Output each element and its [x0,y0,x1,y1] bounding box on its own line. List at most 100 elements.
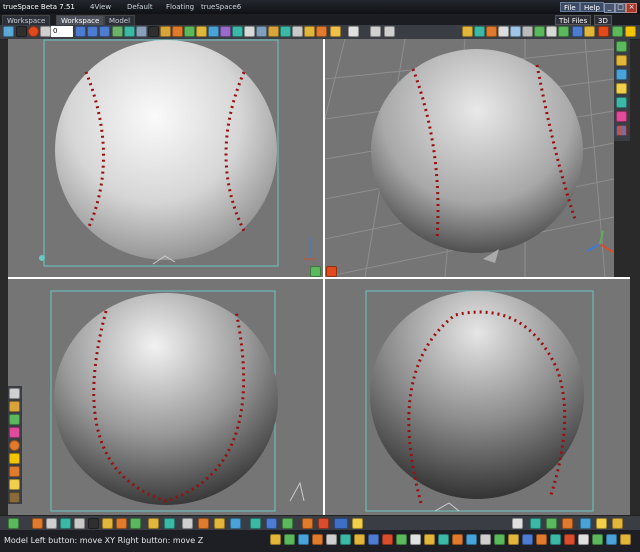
sun-icon[interactable] [9,453,20,464]
menu-4view[interactable]: 4View [90,2,111,12]
xyz-icon[interactable] [558,26,569,37]
triangle-icon[interactable] [9,427,20,438]
shield-icon[interactable] [130,518,141,529]
workspace-icon[interactable] [3,26,14,37]
play-icon[interactable] [87,26,98,37]
forward-icon[interactable] [99,26,110,37]
file-button[interactable]: File [560,2,580,12]
snap-icon[interactable] [474,26,485,37]
bulb-icon[interactable] [9,479,20,490]
loop-icon[interactable] [112,26,123,37]
bottom-right-icon-2[interactable] [530,518,541,529]
status-icon-20[interactable] [536,534,547,545]
x-axis-icon[interactable] [546,26,557,37]
rotate-icon[interactable] [208,26,219,37]
boolean-icon[interactable] [266,518,277,529]
move-icon[interactable] [196,26,207,37]
status-icon-21[interactable] [550,534,561,545]
status-icon-12[interactable] [424,534,435,545]
light-icon[interactable] [160,26,171,37]
primitive-icon[interactable] [304,26,315,37]
tbl-files-tab[interactable]: Tbl Files [555,15,592,25]
camera-icon[interactable] [282,518,293,529]
viewport-bottom-left[interactable] [8,279,323,515]
status-icon-7[interactable] [354,534,365,545]
paint-icon[interactable] [172,26,183,37]
grid-view-icon[interactable] [498,26,509,37]
library-icon[interactable] [616,41,627,52]
hammer-icon[interactable] [9,492,20,503]
arrow-up-icon[interactable] [370,26,381,37]
clock-icon[interactable] [302,518,313,529]
status-icon-9[interactable] [382,534,393,545]
status-icon-10[interactable] [396,534,407,545]
solid-icon[interactable] [522,26,533,37]
status-icon-23[interactable] [578,534,589,545]
close-icon[interactable]: × [626,3,637,13]
video-icon[interactable] [318,518,329,529]
record-icon[interactable] [28,26,39,37]
face-icon[interactable] [214,518,225,529]
status-icon-14[interactable] [452,534,463,545]
minimize-icon[interactable]: _ [604,3,615,13]
copy-icon[interactable] [280,26,291,37]
maximize-icon[interactable]: □ [615,3,626,13]
status-icon-2[interactable] [284,534,295,545]
axis-icon[interactable] [486,26,497,37]
bottom-right-icon-7[interactable] [612,518,623,529]
wire-icon[interactable] [510,26,521,37]
render-icon[interactable] [352,518,363,529]
status-icon-4[interactable] [312,534,323,545]
bottom-right-icon-6[interactable] [596,518,607,529]
help-button[interactable]: Help [580,2,604,12]
brush-icon[interactable] [46,518,57,529]
frame-input[interactable]: 0 [51,26,73,37]
texture-icon[interactable] [616,111,627,122]
pen-icon[interactable] [60,518,71,529]
bottom-right-icon-5[interactable] [580,518,591,529]
disk-icon[interactable] [102,518,113,529]
vertex-icon[interactable] [182,518,193,529]
light-bulb-icon[interactable] [616,83,627,94]
sun-icon[interactable] [32,518,43,529]
select-icon[interactable] [184,26,195,37]
palette-icon[interactable] [616,125,627,136]
status-icon-19[interactable] [522,534,533,545]
grid-icon[interactable] [348,26,359,37]
status-icon-5[interactable] [326,534,337,545]
object-icon[interactable] [9,388,20,399]
cut-icon[interactable] [268,26,279,37]
arrow-down-icon[interactable] [384,26,395,37]
layout-icon-a[interactable] [310,266,321,277]
y-view-icon[interactable] [572,26,583,37]
object-tool-icon[interactable] [136,26,147,37]
menu-default[interactable]: Default [127,2,153,12]
node-icon[interactable] [8,518,19,529]
link-icon[interactable] [232,26,243,37]
bottom-right-icon-1[interactable] [512,518,523,529]
viewport-top-right[interactable] [325,39,614,277]
edge-icon[interactable] [198,518,209,529]
render-icon[interactable] [462,26,473,37]
head-icon[interactable] [116,518,127,529]
wand-icon[interactable] [148,518,159,529]
status-icon-1[interactable] [270,534,281,545]
material-icon[interactable] [334,518,348,529]
status-icon-11[interactable] [410,534,421,545]
paste-icon[interactable] [292,26,303,37]
status-icon-15[interactable] [466,534,477,545]
status-icon-22[interactable] [564,534,575,545]
sun-tool-icon[interactable] [625,26,636,37]
cube-icon[interactable] [330,26,341,37]
status-icon-13[interactable] [438,534,449,545]
bucket-icon[interactable] [74,518,85,529]
stop-icon[interactable] [40,26,51,37]
lathe-icon[interactable] [230,518,241,529]
y-axis-icon[interactable] [534,26,545,37]
status-icon-25[interactable] [606,534,617,545]
scale-icon[interactable] [220,26,231,37]
view-mode-3d[interactable]: 3D [594,15,612,25]
rewind-icon[interactable] [75,26,86,37]
material-icon[interactable] [616,55,627,66]
status-icon-3[interactable] [298,534,309,545]
